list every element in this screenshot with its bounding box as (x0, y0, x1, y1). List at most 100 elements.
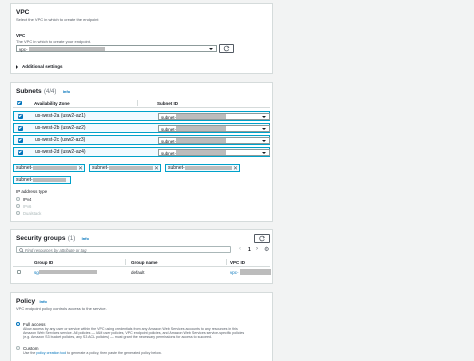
security-group-row[interactable]: sg- default vpc- (13, 268, 271, 277)
subnet-select[interactable]: subnet- (158, 136, 270, 144)
subnet-token: subnet- ✕ (165, 164, 240, 172)
subnet-row[interactable]: us-west-2b (usw2-az2) subnet- (13, 123, 270, 133)
policy-panel: Policy Info VPC endpoint policy controls… (10, 292, 273, 361)
subnet-token: subnet- (13, 176, 71, 184)
ipv4-label: IPv4 (23, 196, 32, 202)
security-groups-panel: Security groups (1) Info Find resources … (10, 229, 273, 284)
token-redacted (109, 166, 153, 170)
subnet-row[interactable]: us-west-2a (usw2-az1) subnet- (13, 111, 270, 121)
subnets-title: Subnets (16, 88, 42, 95)
caret-right-icon (16, 65, 18, 69)
close-icon[interactable]: ✕ (78, 165, 83, 172)
radio-custom[interactable] (16, 346, 20, 350)
subnet-redacted (176, 126, 226, 131)
vpc-select-value: vpc- (19, 47, 28, 52)
subnets-panel: Subnets (4/4) Info Availability Zone Sub… (10, 82, 273, 222)
token-label: subnet- (16, 165, 33, 171)
token-label: subnet- (16, 177, 33, 183)
col-subnet-id: Subnet ID (157, 101, 178, 106)
close-icon[interactable]: ✕ (233, 165, 238, 172)
col-group-id: Group ID (34, 260, 54, 265)
row-checkbox[interactable] (18, 138, 23, 143)
subnet-token: subnet- ✕ (89, 164, 161, 172)
token-redacted (33, 166, 77, 170)
security-groups-header: Security groups (1) Info (16, 235, 89, 242)
row-checkbox[interactable] (18, 150, 23, 155)
vpc-field-label: VPC (16, 33, 26, 38)
chevron-down-icon (209, 48, 213, 50)
policy-description: VPC endpoint policy controls access to t… (16, 306, 107, 311)
radio-full-access[interactable] (16, 322, 20, 326)
token-label: subnet- (168, 165, 185, 171)
custom-desc-prefix: Use the (23, 351, 36, 355)
group-id-redacted (39, 269, 97, 274)
vpc-id-redacted (240, 268, 271, 275)
vpc-panel: VPC Select the VPC in which to create th… (10, 3, 273, 74)
refresh-icon (223, 45, 230, 52)
settings-gear-icon[interactable]: ⚙ (264, 246, 269, 253)
subnet-token: subnet- ✕ (13, 164, 85, 172)
search-placeholder: Find resources by attribute or tag (25, 248, 87, 253)
refresh-icon (259, 235, 265, 242)
subnet-select-value: subnet- (161, 126, 177, 132)
subnet-row[interactable]: us-west-2c (usw2-az3) subnet- (13, 135, 270, 145)
subnet-row[interactable]: us-west-2d (usw2-az4) subnet- (13, 147, 270, 157)
subnets-table-header: Availability Zone Subnet ID (13, 99, 270, 108)
col-availability-zone: Availability Zone (34, 101, 70, 106)
additional-settings-label: Additional settings (22, 64, 63, 69)
radio-ipv6 (16, 204, 20, 208)
token-label: subnet- (92, 165, 109, 171)
next-page-icon[interactable]: › (256, 246, 258, 252)
subnet-redacted (176, 114, 226, 119)
security-groups-count: (1) (67, 236, 76, 242)
subnets-info-link[interactable]: Info (63, 89, 70, 94)
vpc-description: Select the VPC in which to create the en… (16, 17, 99, 22)
page-number[interactable]: 1 (248, 247, 251, 253)
chevron-down-icon (262, 115, 266, 118)
vpc-select[interactable]: vpc- (16, 45, 217, 52)
security-groups-table-header: Group ID Group name VPC ID (13, 258, 270, 267)
subnet-select-value: subnet- (161, 150, 177, 156)
custom-label: Custom (23, 345, 39, 351)
prev-page-icon[interactable]: ‹ (239, 246, 241, 252)
row-checkbox[interactable] (17, 270, 21, 274)
row-checkbox[interactable] (18, 114, 23, 119)
group-name: default (131, 270, 145, 275)
subnets-count: (4/4) (44, 89, 57, 95)
col-group-name: Group name (131, 260, 158, 265)
policy-creation-tool-link[interactable]: policy creation tool (36, 351, 66, 355)
custom-desc-suffix: to generate a policy, then paste the gen… (67, 351, 162, 355)
refresh-vpc-button[interactable] (219, 44, 234, 53)
subnet-select[interactable]: subnet- (158, 112, 270, 120)
availability-zone: us-west-2a (usw2-az1) (35, 113, 86, 119)
subnet-select[interactable]: subnet- (158, 148, 270, 156)
chevron-down-icon (262, 139, 266, 142)
subnet-select-value: subnet- (161, 114, 177, 120)
full-access-description: Allow access by any user or service with… (23, 327, 273, 340)
subnet-redacted (176, 138, 226, 143)
refresh-security-groups-button[interactable] (254, 234, 270, 243)
policy-info-link[interactable]: Info (40, 299, 47, 304)
ipv6-label: IPv6 (23, 203, 32, 209)
select-all-checkbox[interactable] (17, 100, 22, 105)
vpc-id-link[interactable]: vpc- (230, 270, 239, 275)
policy-title: Policy (16, 298, 36, 305)
dualstack-label: Dualstack (23, 210, 42, 216)
radio-ipv4[interactable] (16, 197, 20, 201)
full-access-label: Full access (23, 321, 46, 327)
ip-address-type-label: IP address type (16, 189, 48, 194)
additional-settings-toggle[interactable]: Additional settings (16, 64, 96, 70)
subnet-select[interactable]: subnet- (158, 124, 270, 132)
subnet-redacted (176, 150, 226, 155)
close-icon[interactable]: ✕ (154, 165, 159, 172)
custom-description: Use the policy creation tool to generate… (23, 351, 162, 355)
subnets-header: Subnets (4/4) Info (16, 88, 70, 95)
row-checkbox[interactable] (18, 126, 23, 131)
token-redacted (33, 178, 66, 182)
security-groups-title: Security groups (16, 235, 66, 242)
token-redacted (185, 166, 232, 170)
security-groups-info-link[interactable]: Info (82, 236, 89, 241)
search-input[interactable]: Find resources by attribute or tag (16, 246, 231, 253)
availability-zone: us-west-2b (usw2-az2) (35, 125, 86, 131)
full-access-desc-line: (e.g. Amazon S3 bucket policies, any S3 … (23, 335, 213, 340)
